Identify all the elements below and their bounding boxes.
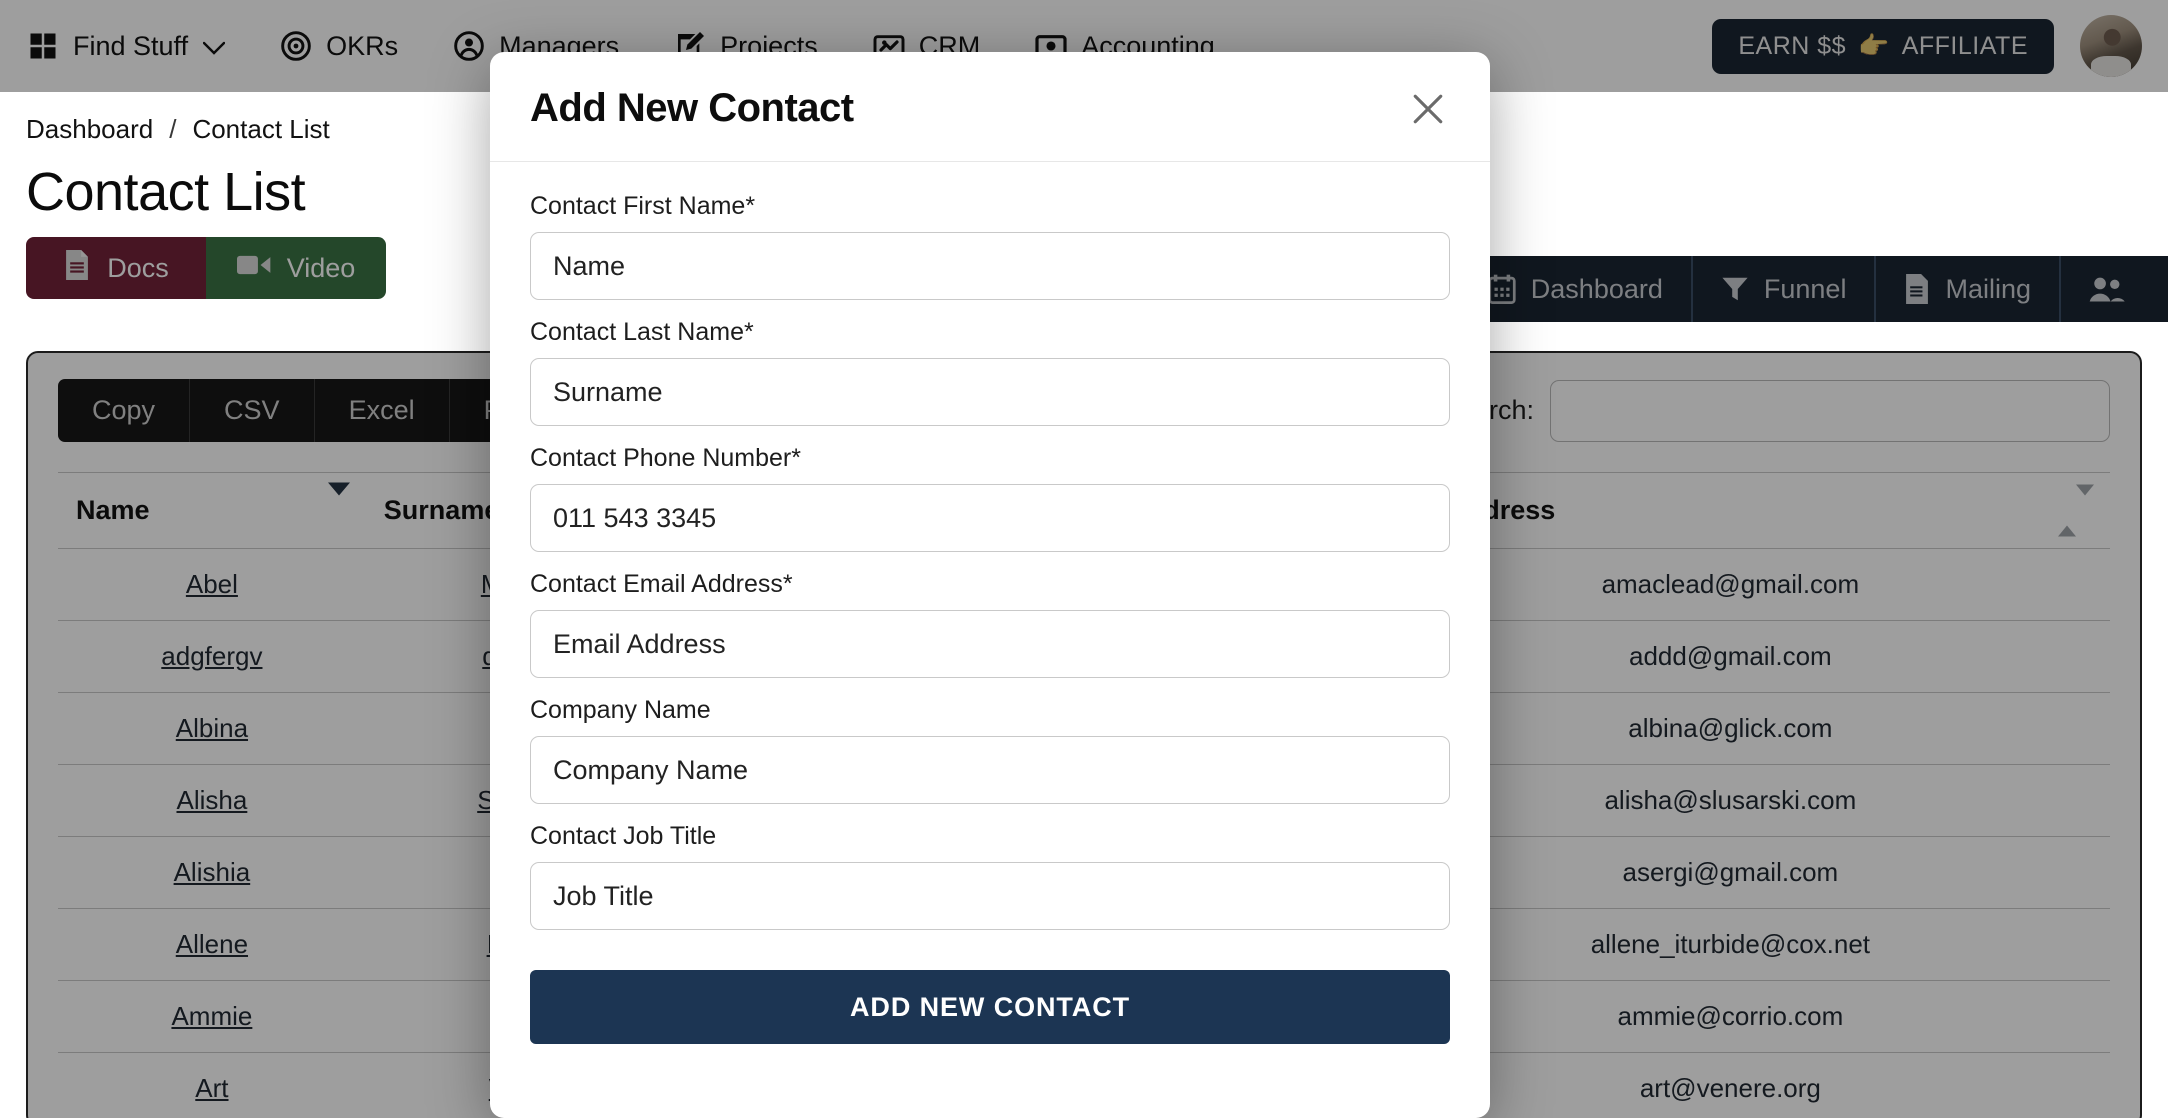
contact-name-link[interactable]: Alisha (58, 764, 366, 837)
sort-desc-icon (327, 482, 350, 526)
document-icon (63, 249, 91, 287)
field-contact-email-address: Contact Email Address* (530, 570, 1450, 678)
chevron-down-icon (202, 31, 226, 62)
tab-label: Dashboard (1530, 273, 1663, 304)
field-contact-first-name: Contact First Name* (530, 192, 1450, 300)
copy-button[interactable]: Copy (58, 379, 191, 442)
docs-label: Docs (107, 252, 169, 283)
excel-button[interactable]: Excel (314, 379, 450, 442)
document-icon (1904, 274, 1930, 304)
contact-phone-number-input[interactable] (530, 484, 1450, 552)
user-avatar[interactable] (2080, 15, 2142, 77)
contact-job-title-input[interactable] (530, 862, 1450, 930)
people-icon (2089, 275, 2125, 303)
affiliate-label-right: AFFILIATE (1901, 31, 2028, 60)
contact-name-link[interactable]: Allene (58, 908, 366, 981)
modal-header: Add New Contact (490, 52, 1490, 162)
tab-mailing[interactable]: Mailing (1874, 256, 2059, 322)
tab-contacts[interactable] (2059, 256, 2168, 322)
tab-funnel[interactable]: Funnel (1690, 256, 1875, 322)
contact-name-link[interactable]: Albina (58, 692, 366, 765)
add-new-contact-submit-button[interactable]: ADD NEW CONTACT (530, 970, 1450, 1044)
target-icon (279, 29, 313, 63)
field-contact-job-title: Contact Job Title (530, 822, 1450, 930)
nav-item-label: OKRs (326, 30, 399, 61)
breadcrumb-separator: / (169, 114, 177, 144)
field-label: Contact First Name* (530, 192, 756, 220)
search-input[interactable] (1550, 379, 2110, 442)
contact-last-name-input[interactable] (530, 358, 1450, 426)
screen-root: Find Stuff OKRs Managers Projects CRM Ac… (0, 0, 2168, 1118)
close-icon[interactable] (1406, 87, 1450, 131)
nav-item-okrs[interactable]: OKRs (279, 29, 398, 63)
add-new-contact-modal: Add New Contact Contact First Name* Cont… (490, 52, 1490, 1118)
column-header-name[interactable]: Name (58, 472, 366, 549)
contact-email-address-input[interactable] (530, 610, 1450, 678)
sort-icon (2058, 484, 2094, 536)
funnel-icon (1721, 275, 1749, 303)
grid-icon (26, 29, 60, 63)
affiliate-label-left: EARN $$ (1738, 31, 1847, 60)
cell-text: Ammie (171, 1001, 253, 1031)
cell-text: Allene (175, 929, 249, 959)
tab-label: Funnel (1763, 273, 1847, 304)
contact-name-link[interactable]: adgfergv (58, 620, 366, 693)
calendar-icon (1488, 274, 1516, 304)
video-label: Video (286, 252, 356, 283)
affiliate-button[interactable]: EARN $$ 👉 AFFILIATE (1712, 18, 2054, 74)
nav-item-label: Find Stuff (73, 30, 189, 61)
field-label: Company Name (530, 696, 711, 724)
csv-button[interactable]: CSV (190, 379, 315, 442)
cell-text: adgfergv (161, 641, 263, 671)
cell-text: Alisha (176, 785, 248, 815)
field-label: Contact Job Title (530, 822, 717, 850)
breadcrumb-current: Contact List (192, 114, 330, 144)
modal-title: Add New Contact (530, 86, 854, 130)
cell-text: Abel (185, 569, 238, 599)
top-nav-right: EARN $$ 👉 AFFILIATE (1712, 15, 2142, 77)
pointing-hand-icon: 👉 (1858, 31, 1890, 60)
contact-name-link[interactable]: Alishia (58, 836, 366, 909)
cell-text: Alishia (173, 857, 251, 887)
contact-name-link[interactable]: Abel (58, 548, 366, 621)
modal-body: Contact First Name* Contact Last Name* C… (490, 162, 1490, 1118)
table-search: Search: (1441, 379, 2110, 442)
tab-dashboard[interactable]: Dashboard (1460, 256, 1691, 322)
video-button[interactable]: Video (206, 237, 386, 299)
module-tabbar: Dashboard Funnel Mailing (1459, 256, 2168, 322)
field-label: Contact Last Name* (530, 318, 754, 346)
tab-label: Mailing (1945, 273, 2031, 304)
contact-name-link[interactable]: Ammie (58, 980, 366, 1053)
cell-text: Albina (175, 713, 249, 743)
field-contact-last-name: Contact Last Name* (530, 318, 1450, 426)
breadcrumb-dashboard[interactable]: Dashboard (26, 114, 153, 145)
help-button-group: Docs Video (26, 237, 386, 299)
field-label: Contact Phone Number* (530, 444, 801, 472)
contact-name-link[interactable]: Art (58, 1052, 366, 1118)
contact-first-name-input[interactable] (530, 232, 1450, 300)
field-company-name: Company Name (530, 696, 1450, 804)
field-label: Contact Email Address* (530, 570, 793, 598)
docs-button[interactable]: Docs (26, 237, 206, 299)
field-contact-phone-number: Contact Phone Number* (530, 444, 1450, 552)
company-name-input[interactable] (530, 736, 1450, 804)
column-label: Surname (383, 495, 500, 525)
user-circle-icon (452, 29, 486, 63)
cell-text: Art (195, 1073, 229, 1103)
nav-item-find-stuff[interactable]: Find Stuff (26, 29, 226, 63)
column-label: Name (76, 495, 150, 525)
video-camera-icon (236, 253, 271, 284)
